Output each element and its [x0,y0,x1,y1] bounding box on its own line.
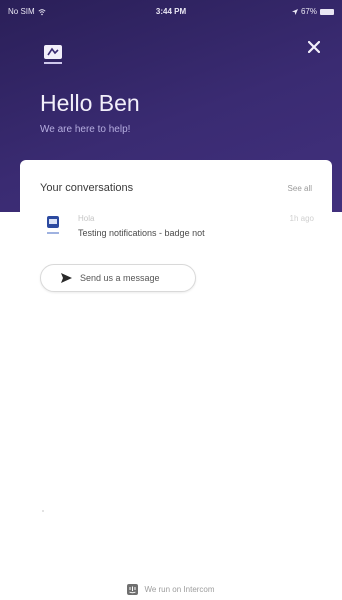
greeting-title: Hello Ben [40,90,140,116]
greeting-subtitle: We are here to help! [40,124,131,135]
conversation-preview: Testing notifications - badge not [78,228,205,238]
see-all-link[interactable]: See all [288,184,312,193]
send-message-label: Send us a message [80,273,160,283]
battery-percent: 67% [300,7,317,16]
status-bar: No SIM 3:44 PM 67% [0,0,342,22]
footer-text: We run on Intercom [144,585,215,594]
conversation-avatar-icon [47,216,59,234]
status-bar-right: 67% [291,7,334,16]
send-arrow-icon [61,273,72,283]
location-arrow-icon [291,8,298,15]
intercom-logo-icon [127,584,139,595]
conversations-card: Your conversations See all Hola 1h ago T… [20,160,332,310]
divider-dot [42,510,44,512]
conversation-time: 1h ago [289,214,314,223]
status-time: 3:44 PM [155,7,187,16]
brand-logo-icon [44,45,62,64]
send-message-button[interactable]: Send us a message [40,264,196,292]
conversation-sender: Hola [78,214,95,223]
battery-icon [320,8,334,15]
powered-by-footer[interactable]: We run on Intercom [0,584,342,595]
conversation-item[interactable]: Hola 1h ago Testing notifications - badg… [40,210,320,246]
close-icon [308,41,320,53]
conversations-title: Your conversations [40,182,134,194]
messenger-home-screen: No SIM 3:44 PM 67% Hello Ben We are here… [0,0,342,600]
close-button[interactable] [305,38,323,56]
